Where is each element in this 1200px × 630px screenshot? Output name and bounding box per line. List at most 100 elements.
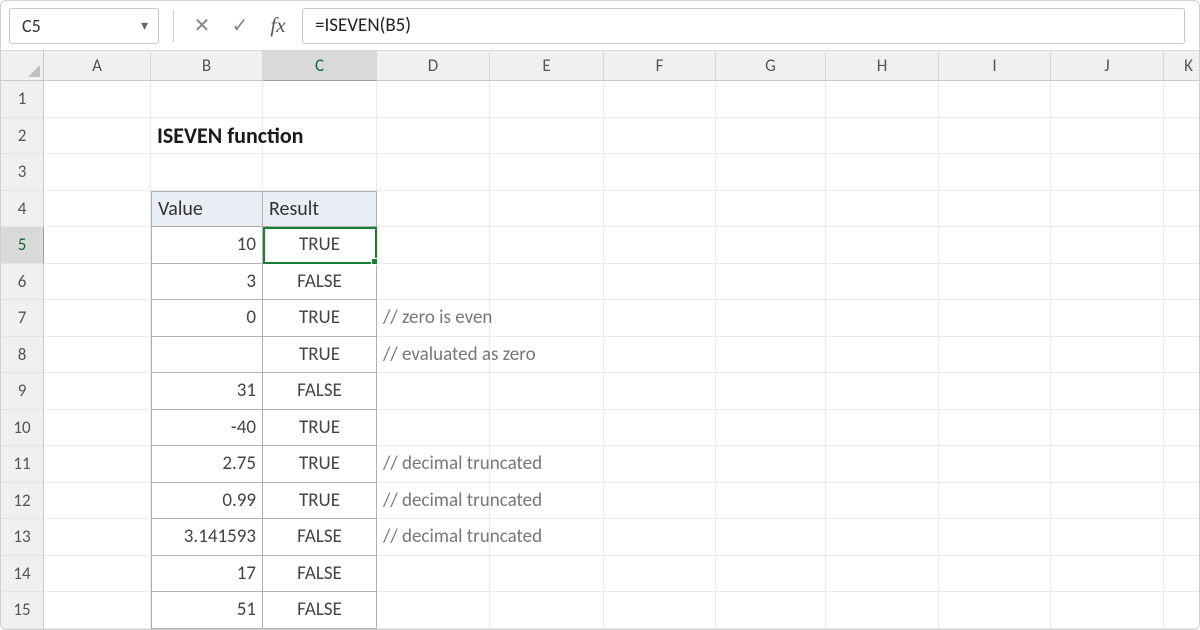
cell[interactable] (716, 373, 826, 410)
cell[interactable] (604, 556, 716, 593)
cell[interactable] (44, 556, 151, 593)
cell[interactable] (1164, 337, 1199, 374)
table-header[interactable]: Result (263, 191, 377, 228)
comment-cell[interactable]: // decimal truncated (377, 519, 490, 556)
comment-cell[interactable] (377, 592, 490, 629)
page-title[interactable]: ISEVEN function (151, 118, 263, 155)
comment-cell[interactable] (377, 410, 490, 447)
cell[interactable] (826, 227, 939, 264)
insert-function-button[interactable]: fx (264, 11, 292, 41)
table-row-result[interactable]: FALSE (263, 556, 377, 593)
cell[interactable] (1164, 592, 1199, 629)
worksheet-grid[interactable]: A B C D E F G H I J K 1 2 3 4 5 6 7 8 9 … (1, 51, 1199, 629)
table-row-result[interactable]: FALSE (263, 519, 377, 556)
column-header[interactable]: D (377, 51, 490, 81)
row-header[interactable]: 10 (1, 410, 44, 447)
row-header[interactable]: 12 (1, 483, 44, 520)
name-box[interactable]: C5 ▾ (9, 8, 159, 44)
comment-cell[interactable]: // decimal truncated (377, 483, 490, 520)
row-header[interactable]: 1 (1, 81, 44, 118)
column-header[interactable]: B (151, 51, 263, 81)
cell[interactable] (826, 556, 939, 593)
cell[interactable] (604, 410, 716, 447)
cell[interactable] (939, 410, 1051, 447)
cell[interactable] (1051, 410, 1164, 447)
cell[interactable] (826, 446, 939, 483)
table-row-result[interactable]: TRUE (263, 227, 377, 264)
row-header[interactable]: 5 (1, 227, 44, 264)
cell[interactable] (716, 556, 826, 593)
column-header[interactable]: E (490, 51, 604, 81)
accept-formula-button[interactable]: ✓ (226, 11, 254, 41)
cell[interactable] (490, 337, 604, 374)
cell[interactable] (44, 154, 151, 191)
cell[interactable] (490, 227, 604, 264)
cell[interactable] (490, 373, 604, 410)
cell[interactable] (716, 191, 826, 228)
cell[interactable] (490, 154, 604, 191)
column-header[interactable]: F (604, 51, 716, 81)
row-header[interactable]: 7 (1, 300, 44, 337)
cell[interactable] (490, 300, 604, 337)
cell[interactable] (1164, 483, 1199, 520)
cell[interactable] (939, 154, 1051, 191)
cell[interactable] (44, 118, 151, 155)
cell[interactable] (1051, 373, 1164, 410)
table-row-result[interactable]: TRUE (263, 446, 377, 483)
row-header[interactable]: 15 (1, 592, 44, 629)
cell[interactable] (716, 264, 826, 301)
comment-cell[interactable] (377, 373, 490, 410)
cell[interactable] (939, 556, 1051, 593)
cell[interactable] (716, 592, 826, 629)
column-header[interactable]: K (1164, 51, 1199, 81)
cell[interactable] (377, 191, 490, 228)
cell[interactable] (44, 519, 151, 556)
cell[interactable] (490, 118, 604, 155)
cell[interactable] (1051, 227, 1164, 264)
column-header[interactable]: J (1051, 51, 1164, 81)
cell[interactable] (604, 300, 716, 337)
cell[interactable] (1164, 556, 1199, 593)
cell[interactable] (1051, 264, 1164, 301)
cell[interactable] (490, 264, 604, 301)
cell[interactable] (377, 154, 490, 191)
select-all-corner[interactable] (1, 51, 44, 81)
cell[interactable] (939, 337, 1051, 374)
cell[interactable] (1051, 300, 1164, 337)
cell[interactable] (716, 154, 826, 191)
cell[interactable] (44, 191, 151, 228)
cell[interactable] (716, 519, 826, 556)
row-header[interactable]: 6 (1, 264, 44, 301)
cell[interactable] (490, 592, 604, 629)
cell[interactable] (490, 519, 604, 556)
table-header[interactable]: Value (151, 191, 263, 228)
cell[interactable] (604, 519, 716, 556)
cell[interactable] (44, 373, 151, 410)
cell[interactable] (826, 118, 939, 155)
table-row-result[interactable]: TRUE (263, 483, 377, 520)
cell[interactable] (826, 264, 939, 301)
table-row-value[interactable]: 31 (151, 373, 263, 410)
cell[interactable] (44, 81, 151, 118)
cell[interactable] (1051, 519, 1164, 556)
table-row-result[interactable]: TRUE (263, 410, 377, 447)
cell[interactable] (604, 483, 716, 520)
table-row-value[interactable]: -40 (151, 410, 263, 447)
cell[interactable] (1164, 519, 1199, 556)
cell[interactable] (939, 300, 1051, 337)
cell[interactable] (826, 519, 939, 556)
cell[interactable] (1164, 264, 1199, 301)
cell[interactable] (716, 118, 826, 155)
cell[interactable] (826, 373, 939, 410)
cell[interactable] (1164, 118, 1199, 155)
cell[interactable] (826, 191, 939, 228)
cell[interactable] (1051, 154, 1164, 191)
cell[interactable] (716, 81, 826, 118)
table-row-value[interactable]: 51 (151, 592, 263, 629)
row-header[interactable]: 9 (1, 373, 44, 410)
cell[interactable] (1164, 154, 1199, 191)
cell[interactable] (490, 191, 604, 228)
cell[interactable] (44, 446, 151, 483)
cell[interactable] (377, 81, 490, 118)
cell[interactable] (1051, 592, 1164, 629)
